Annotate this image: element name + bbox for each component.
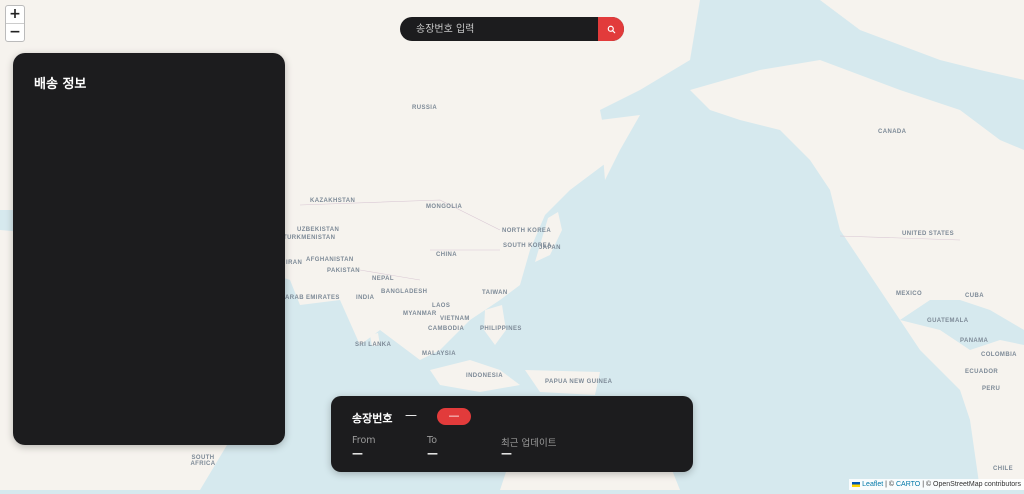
map-label-mongolia: MONGOLIA: [426, 204, 463, 210]
attribution-sep-1: | ©: [883, 481, 896, 488]
map-label-china: CHINA: [436, 252, 457, 258]
tracking-number-input[interactable]: [416, 17, 596, 41]
map-label-uzbekistan: UZBEKISTAN: [297, 227, 340, 233]
last-updated-value: —: [501, 447, 512, 460]
map-label-nepal: NEPAL: [372, 276, 394, 282]
map-label-colombia: COLOMBIA: [981, 352, 1017, 358]
attribution-sep-2: | © OpenStreetMap contributors: [920, 481, 1021, 488]
tracking-number-label: 송장번호: [352, 412, 393, 425]
status-badge: —: [437, 408, 471, 425]
map-label-united-states: UNITED STATES: [902, 231, 954, 237]
map-label-kazakhstan: KAZAKHSTAN: [310, 198, 356, 204]
map-label-turkmenistan: TURKMENISTAN: [283, 235, 336, 241]
map-label-philippines: PHILIPPINES: [480, 326, 522, 332]
map-label-cambodia: CAMBODIA: [428, 326, 465, 332]
tracking-number-value: —: [405, 408, 417, 422]
map-label-japan: JAPAN: [539, 245, 561, 251]
from-label: From: [352, 435, 376, 446]
map-label-bangladesh: BANGLADESH: [381, 289, 428, 295]
zoom-out-button[interactable]: −: [6, 23, 24, 41]
zoom-in-button[interactable]: +: [6, 6, 24, 23]
map-label-sri-lanka: SRI LANKA: [355, 342, 392, 348]
map-label-guatemala: GUATEMALA: [927, 318, 969, 324]
map-label-cuba: CUBA: [965, 293, 984, 299]
map-label-ecuador: ECUADOR: [965, 369, 999, 375]
to-label: To: [427, 435, 438, 446]
tracking-summary-card: 송장번호 — — From — To — 최근 업데이트 —: [331, 396, 693, 472]
map-label-russia: RUSSIA: [412, 105, 438, 111]
map-label-malaysia: MALAYSIA: [422, 351, 456, 357]
map-label-india: INDIA: [356, 295, 375, 301]
search-button[interactable]: [598, 17, 624, 41]
map-label-taiwan: TAIWAN: [482, 290, 508, 296]
map-label-north-korea: NORTH KOREA: [502, 228, 552, 234]
map-label-afghanistan: AFGHANISTAN: [306, 257, 354, 263]
search-bar: [400, 17, 624, 41]
map-label-myanmar: MYANMAR: [403, 311, 437, 317]
to-value: —: [427, 447, 438, 460]
map-label-chile: CHILE: [993, 466, 1013, 472]
shipping-info-panel: 배송 정보: [13, 53, 285, 445]
search-icon: [607, 25, 615, 33]
zoom-control: + −: [5, 5, 25, 42]
map-label-peru: PERU: [982, 386, 1001, 392]
map-attribution: Leaflet | © CARTO | © OpenStreetMap cont…: [849, 479, 1024, 490]
map-label-papua-new-guinea: PAPUA NEW GUINEA: [545, 379, 613, 385]
leaflet-link[interactable]: Leaflet: [862, 481, 883, 488]
map-label-arab-emirates: ARAB EMIRATES: [285, 295, 340, 301]
map-label-iran: IRAN: [286, 260, 303, 266]
panel-title: 배송 정보: [34, 77, 87, 92]
map-label-pakistan: PAKISTAN: [327, 268, 360, 274]
map-label-indonesia: INDONESIA: [466, 373, 503, 379]
map-label-laos: LAOS: [432, 303, 451, 309]
from-value: —: [352, 447, 363, 460]
map-label-canada: CANADA: [878, 129, 907, 135]
map-label-south-africa: SOUTH AFRICA: [190, 455, 216, 467]
ukraine-flag-icon: [852, 481, 861, 487]
map-label-panama: PANAMA: [960, 338, 989, 344]
map-label-vietnam: VIETNAM: [440, 316, 470, 322]
map-label-mexico: MEXICO: [896, 291, 923, 297]
carto-link[interactable]: CARTO: [896, 481, 920, 488]
